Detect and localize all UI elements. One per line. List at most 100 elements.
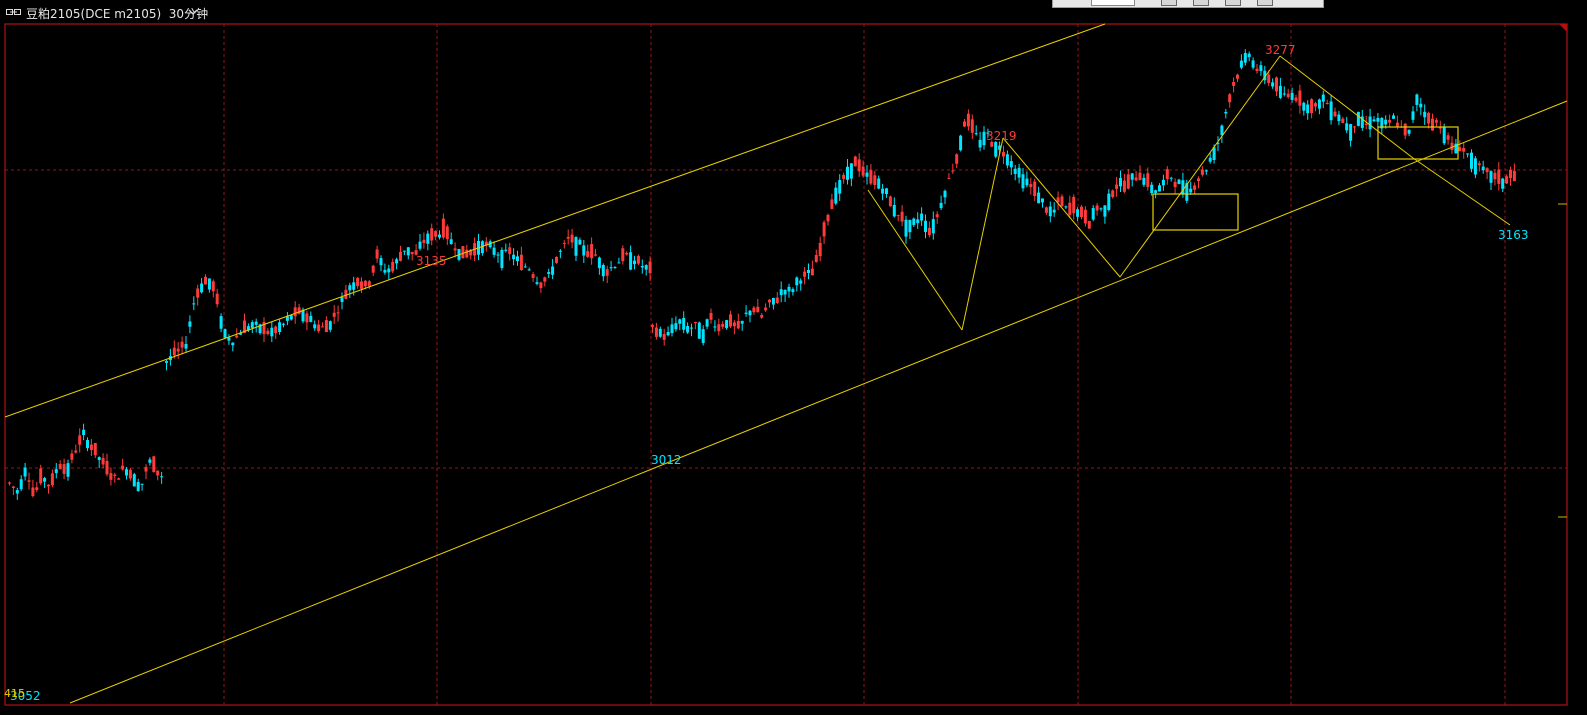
candle-body (1111, 190, 1115, 198)
candle-body (39, 468, 43, 484)
candle-body (1477, 163, 1481, 166)
candle-body (496, 254, 500, 256)
candle-body (519, 254, 523, 270)
candle-body (1321, 94, 1325, 102)
candle-body (900, 211, 904, 222)
candle-body (1481, 166, 1485, 171)
candle-body (1489, 171, 1493, 183)
candle-body (586, 251, 590, 257)
candle-body (531, 274, 535, 278)
candle-body (578, 239, 582, 245)
candle-body (1037, 192, 1041, 204)
candle-body (363, 280, 367, 287)
candle-body (888, 196, 892, 207)
candle-body (121, 465, 125, 470)
candle-body (317, 324, 321, 332)
candle-body (332, 312, 336, 317)
candle-body (709, 312, 713, 320)
candle-body (371, 265, 375, 273)
candle-body (1115, 184, 1119, 189)
candle-body (1493, 172, 1497, 180)
candle-body (752, 307, 756, 313)
candle-body (1411, 111, 1415, 120)
candle-body (1243, 52, 1247, 63)
candle-body (235, 335, 239, 338)
candle-body (582, 245, 586, 256)
candle-body (449, 239, 453, 245)
candle-body (1200, 169, 1204, 175)
candle-body (1099, 208, 1103, 210)
candle-body (1509, 169, 1512, 179)
candlestick-chart[interactable]: 305231353012321932773163415 (0, 0, 1587, 715)
candle-body (23, 467, 27, 477)
candle-body (321, 326, 324, 328)
candle-body (227, 337, 231, 341)
candle-body (383, 269, 387, 273)
candle-body (818, 242, 822, 257)
price-label: 3277 (1265, 43, 1296, 57)
candle-body (1095, 205, 1099, 211)
candle-body (570, 234, 574, 243)
candle-body (1419, 103, 1423, 108)
candle-body (93, 442, 97, 456)
candle-body (86, 440, 89, 449)
candle-body (697, 322, 701, 339)
candle-body (1060, 196, 1064, 207)
candle-body (1325, 102, 1329, 105)
candle-body (31, 487, 35, 496)
candle-body (744, 312, 748, 314)
candle-body (896, 214, 900, 216)
candle-body (826, 214, 830, 222)
candle-body (8, 482, 11, 484)
candle-body (775, 297, 779, 304)
candle-body (830, 199, 834, 210)
candle-body (670, 324, 674, 334)
candle-body (590, 244, 594, 259)
candle-body (231, 342, 235, 346)
candle-body (1239, 60, 1243, 68)
candle-body (736, 320, 740, 329)
candle-body (783, 290, 787, 295)
candle-body (1278, 85, 1282, 98)
candle-body (289, 315, 293, 320)
candle-body (814, 254, 818, 263)
candle-body (410, 251, 414, 255)
candle-body (66, 463, 70, 477)
candle-body (1384, 119, 1388, 125)
candle-body (1415, 94, 1419, 105)
candle-body (779, 289, 783, 296)
candle-body (1150, 184, 1154, 194)
candle-body (156, 470, 160, 476)
candle-body (1025, 178, 1029, 186)
candle-body (1044, 207, 1048, 213)
price-labels: 305231353012321932773163415 (4, 43, 1529, 703)
candle-body (1431, 118, 1434, 131)
price-label: 3163 (1498, 228, 1529, 242)
candle-body (274, 326, 278, 334)
candle-body (1158, 185, 1161, 192)
candle-body (465, 249, 469, 258)
candle-body (678, 319, 682, 324)
candle-body (15, 490, 19, 494)
trend-line (867, 189, 963, 331)
candle-body (1446, 135, 1450, 140)
candle-body (78, 435, 82, 445)
candle-body (1232, 82, 1236, 86)
candle-body (810, 268, 814, 276)
candle-body (791, 289, 795, 293)
candle-body (1068, 202, 1072, 215)
candle-body (629, 252, 633, 270)
candle-body (328, 321, 332, 330)
candle-body (418, 241, 422, 249)
price-label: 3135 (416, 254, 447, 268)
candle-body (869, 170, 873, 184)
candle-body (1485, 168, 1489, 173)
candle-body (1372, 119, 1376, 122)
candle-body (613, 267, 617, 269)
candle-body (1142, 177, 1146, 185)
candle-body (89, 444, 93, 450)
candle-body (1091, 208, 1095, 220)
candle-body (1286, 93, 1290, 98)
candle-body (70, 453, 74, 460)
candle-body (764, 307, 768, 311)
